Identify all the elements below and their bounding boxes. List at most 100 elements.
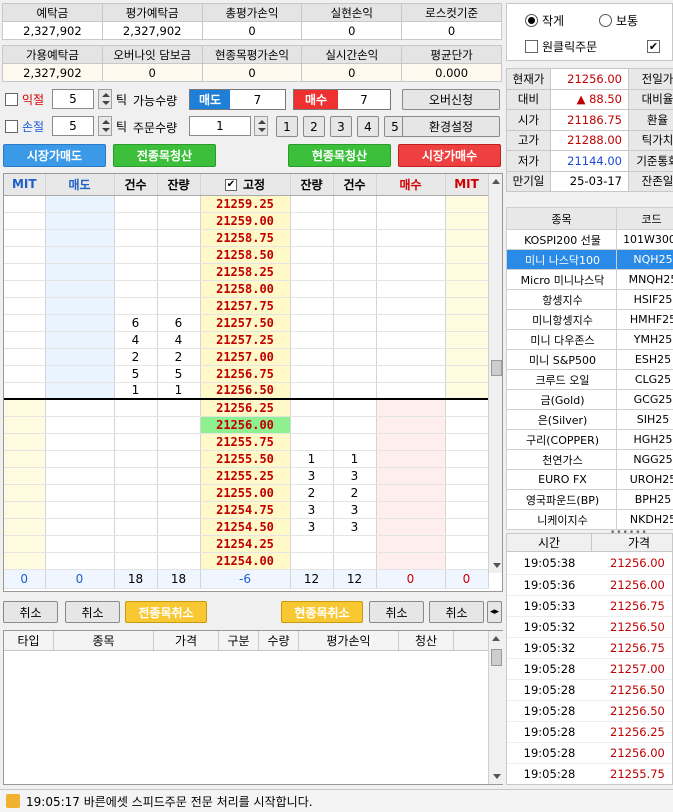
- buy-mit-cell[interactable]: [445, 229, 489, 247]
- size-small-radio[interactable]: [525, 14, 538, 27]
- sell-mit-cell[interactable]: [4, 433, 46, 451]
- sell-order-cell[interactable]: [45, 212, 115, 230]
- symbol-row[interactable]: 금(Gold) GCG25: [506, 389, 673, 410]
- symbol-name[interactable]: 미니 나스닥100: [506, 249, 617, 270]
- qty-button-2[interactable]: 2: [303, 116, 325, 137]
- buy-mit-cell[interactable]: [445, 280, 489, 298]
- sell-order-cell[interactable]: [45, 246, 115, 264]
- buy-mit-cell[interactable]: [445, 195, 489, 213]
- sell-mit-cell[interactable]: [4, 331, 46, 349]
- sell-mit-cell[interactable]: [4, 467, 46, 485]
- buy-mit-cell[interactable]: [445, 331, 489, 349]
- buy-mit-cell[interactable]: [445, 314, 489, 332]
- symbol-code[interactable]: NQH25: [616, 249, 673, 270]
- sell-order-cell[interactable]: [45, 365, 115, 383]
- positions-scrollbar[interactable]: [488, 631, 503, 784]
- settings-button[interactable]: 환경설정: [402, 116, 500, 137]
- buy-mit-cell[interactable]: [445, 518, 489, 536]
- sell-mit-cell[interactable]: [4, 535, 46, 553]
- sell-order-cell[interactable]: [45, 229, 115, 247]
- buy-mit-cell[interactable]: [445, 416, 489, 434]
- buy-order-cell[interactable]: [376, 212, 446, 230]
- symbol-row[interactable]: 영국파운드(BP) BPH25: [506, 489, 673, 510]
- price-cell[interactable]: 21255.00: [200, 484, 291, 502]
- buy-order-cell[interactable]: [376, 501, 446, 519]
- symbol-name[interactable]: EURO FX: [506, 469, 617, 490]
- buy-order-cell[interactable]: [376, 398, 446, 417]
- symbol-row[interactable]: 미니항셍지수 HMHF25: [506, 309, 673, 330]
- buy-order-cell[interactable]: [376, 535, 446, 553]
- price-cell[interactable]: 21257.75: [200, 297, 291, 315]
- buy-mit-cell[interactable]: [445, 535, 489, 553]
- profit-ticks-input[interactable]: 5: [52, 89, 94, 109]
- buy-order-cell[interactable]: [376, 552, 446, 570]
- symbol-row[interactable]: 천연가스 NGG25: [506, 449, 673, 470]
- price-cell[interactable]: 21259.25: [200, 195, 291, 213]
- oneclick-checkbox[interactable]: [525, 40, 538, 53]
- buy-mit-cell[interactable]: [445, 246, 489, 264]
- symbol-code[interactable]: SIH25: [616, 409, 673, 430]
- sell-mit-cell[interactable]: [4, 297, 46, 315]
- buy-order-cell[interactable]: [376, 246, 446, 264]
- sell-order-cell[interactable]: [45, 331, 115, 349]
- price-cell[interactable]: 21254.00: [200, 552, 291, 570]
- buy-mit-cell[interactable]: [445, 450, 489, 468]
- buy-mit-cell[interactable]: [445, 348, 489, 366]
- symbol-row[interactable]: 미니 나스닥100 NQH25: [506, 249, 673, 270]
- qty-button-1[interactable]: 1: [276, 116, 298, 137]
- symbol-row[interactable]: 미니 S&P500 ESH25: [506, 349, 673, 370]
- cancel-buy-mit-button[interactable]: 취소: [429, 601, 484, 623]
- sell-order-cell[interactable]: [45, 398, 115, 417]
- order-qty-spinner[interactable]: [254, 116, 268, 136]
- sell-mit-cell[interactable]: [4, 552, 46, 570]
- loss-checkbox[interactable]: [5, 119, 18, 133]
- price-cell[interactable]: 21258.75: [200, 229, 291, 247]
- size-normal-radio[interactable]: [599, 14, 612, 27]
- clear-current-button[interactable]: 현종목청산: [288, 144, 391, 167]
- buy-mit-cell[interactable]: [445, 297, 489, 315]
- sell-order-cell[interactable]: [45, 280, 115, 298]
- sell-order-cell[interactable]: [45, 263, 115, 281]
- sell-order-cell[interactable]: [45, 552, 115, 570]
- buy-mit-cell[interactable]: [445, 263, 489, 281]
- symbol-code[interactable]: 101W3000: [616, 229, 673, 250]
- symbol-code[interactable]: GCG25: [616, 389, 673, 410]
- symbol-name[interactable]: 미니항셍지수: [506, 309, 617, 330]
- symbol-name[interactable]: Micro 미니나스닥: [506, 269, 617, 290]
- symbol-row[interactable]: 구리(COPPER) HGH25: [506, 429, 673, 450]
- loss-ticks-input[interactable]: 5: [52, 116, 94, 136]
- price-cell[interactable]: 21256.25: [200, 398, 291, 417]
- profit-checkbox[interactable]: [5, 92, 18, 106]
- buy-mit-cell[interactable]: [445, 365, 489, 383]
- fixed-checkbox-checked-icon[interactable]: ✔: [224, 179, 237, 192]
- buy-order-cell[interactable]: [376, 297, 446, 315]
- cancel-sell-button[interactable]: 취소: [65, 601, 120, 623]
- sell-order-cell[interactable]: [45, 518, 115, 536]
- symbol-name[interactable]: 미니 S&P500: [506, 349, 617, 370]
- cancel-current-button[interactable]: 현종목취소: [281, 601, 363, 623]
- price-cell[interactable]: 21256.50: [200, 382, 291, 400]
- symbol-row[interactable]: 항셍지수 HSIF25: [506, 289, 673, 310]
- sell-mit-cell[interactable]: [4, 212, 46, 230]
- price-cell[interactable]: 21256.75: [200, 365, 291, 383]
- symbol-row[interactable]: Micro 미니나스닥 MNQH25: [506, 269, 673, 290]
- buy-mit-cell[interactable]: [445, 552, 489, 570]
- price-cell[interactable]: 21258.50: [200, 246, 291, 264]
- sell-order-cell[interactable]: [45, 450, 115, 468]
- symbol-row[interactable]: 은(Silver) SIH25: [506, 409, 673, 430]
- price-cell[interactable]: 21254.25: [200, 535, 291, 553]
- sell-mit-cell[interactable]: [4, 382, 46, 400]
- buy-order-cell[interactable]: [376, 416, 446, 434]
- sell-mit-cell[interactable]: [4, 195, 46, 213]
- order-book-scroll-thumb[interactable]: [491, 360, 502, 376]
- positions-scroll-thumb[interactable]: [491, 649, 502, 666]
- sell-order-cell[interactable]: [45, 433, 115, 451]
- symbol-row[interactable]: 니케이지수 NKDH25: [506, 509, 673, 530]
- symbol-code[interactable]: HMHF25: [616, 309, 673, 330]
- price-cell[interactable]: 21256.00: [200, 416, 291, 434]
- symbol-code[interactable]: HSIF25: [616, 289, 673, 310]
- market-sell-button[interactable]: 시장가매도: [3, 144, 106, 167]
- qty-button-3[interactable]: 3: [330, 116, 352, 137]
- buy-order-cell[interactable]: [376, 365, 446, 383]
- symbol-code[interactable]: MNQH25: [616, 269, 673, 290]
